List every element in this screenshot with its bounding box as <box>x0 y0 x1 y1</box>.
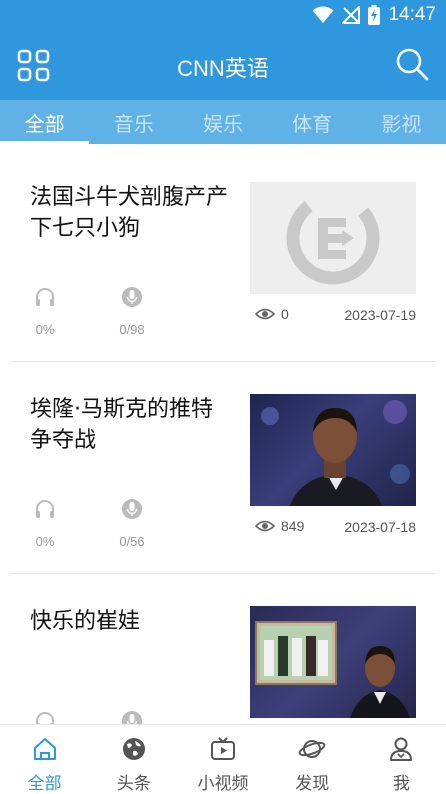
view-count: 849 <box>255 518 304 534</box>
tab-all[interactable]: 全部 <box>0 100 90 144</box>
tab-entertainment[interactable]: 娱乐 <box>178 100 267 144</box>
placeholder-logo-image <box>286 191 380 285</box>
record-stat <box>102 710 162 724</box>
nav-item-all[interactable]: 全部 <box>0 725 89 794</box>
record-stat: 0/56 <box>102 498 162 549</box>
article-feed[interactable]: 法国斗牛犬剖腹产产下七只小狗 0% 0/98 0 2023-07-19 埃隆·马… <box>0 150 446 724</box>
status-bar: 14:47 <box>0 0 446 32</box>
article-card[interactable]: 埃隆·马斯克的推特争夺战 0% 0/56 849 2023-07-18 <box>10 362 436 574</box>
profile-icon <box>390 737 413 761</box>
article-thumbnail[interactable] <box>250 606 416 718</box>
article-card[interactable]: 法国斗牛犬剖腹产产下七只小狗 0% 0/98 0 2023-07-19 <box>10 150 436 362</box>
nav-label: 头条 <box>116 774 151 794</box>
listen-progress: 0% <box>35 322 55 337</box>
search-button[interactable] <box>394 46 430 82</box>
tab-music[interactable]: 音乐 <box>89 100 178 144</box>
listen-stat: 0% <box>15 498 75 549</box>
nav-item-short-video[interactable]: 小视频 <box>178 725 267 794</box>
battery-charging-icon <box>368 5 381 25</box>
article-title[interactable]: 法国斗牛犬剖腹产产下七只小狗 <box>30 182 230 244</box>
headphones-icon <box>36 712 54 724</box>
no-signal-icon <box>342 6 361 24</box>
nav-item-me[interactable]: 我 <box>357 725 446 794</box>
article-card[interactable]: 快乐的崔娃 <box>10 574 436 724</box>
article-title[interactable]: 埃隆·马斯克的推特争夺战 <box>30 394 230 456</box>
record-progress: 0/56 <box>119 534 145 549</box>
nav-item-headlines[interactable]: 头条 <box>89 725 178 794</box>
home-icon <box>33 738 56 760</box>
view-count-value: 849 <box>281 518 305 534</box>
view-count-value: 0 <box>281 306 289 322</box>
microphone-icon <box>122 711 142 724</box>
globe-icon <box>122 738 145 760</box>
nav-label: 我 <box>392 774 410 794</box>
search-icon <box>396 48 429 81</box>
microphone-icon <box>122 287 142 307</box>
tab-sports[interactable]: 体育 <box>268 100 357 144</box>
publish-date: 2023-07-19 <box>344 307 416 323</box>
app-title: CNN英语 <box>177 56 269 81</box>
wifi-icon <box>313 6 334 24</box>
tab-film[interactable]: 影视 <box>357 100 446 144</box>
article-title[interactable]: 快乐的崔娃 <box>30 606 230 637</box>
host-portrait-image <box>261 400 410 506</box>
record-stat: 0/98 <box>102 286 162 337</box>
eye-icon <box>255 520 275 532</box>
tv-play-icon <box>211 737 235 760</box>
article-thumbnail[interactable] <box>250 182 416 294</box>
listen-progress: 0% <box>35 534 55 549</box>
nav-label: 全部 <box>27 774 62 794</box>
app-bar: CNN英语 <box>0 32 446 100</box>
listen-stat <box>15 710 75 724</box>
headphones-icon <box>36 288 54 306</box>
bottom-navigation: 全部 头条 小视频 发现 我 <box>0 724 446 794</box>
publish-date: 2023-07-18 <box>344 519 416 535</box>
host-with-screen-image <box>255 621 410 718</box>
eye-icon <box>255 308 275 320</box>
listen-stat: 0% <box>15 286 75 337</box>
nav-label: 小视频 <box>197 774 249 794</box>
category-tabs: 全部 音乐 娱乐 体育 影视 <box>0 100 446 144</box>
view-count: 0 <box>255 306 289 322</box>
status-time: 14:47 <box>388 4 436 25</box>
status-icons: 14:47 <box>312 4 436 26</box>
nav-item-discover[interactable]: 发现 <box>268 725 357 794</box>
article-thumbnail[interactable] <box>250 394 416 506</box>
nav-label: 发现 <box>295 774 330 794</box>
planet-icon <box>298 740 326 758</box>
record-progress: 0/98 <box>119 322 145 337</box>
headphones-icon <box>36 500 54 518</box>
microphone-icon <box>122 499 142 519</box>
